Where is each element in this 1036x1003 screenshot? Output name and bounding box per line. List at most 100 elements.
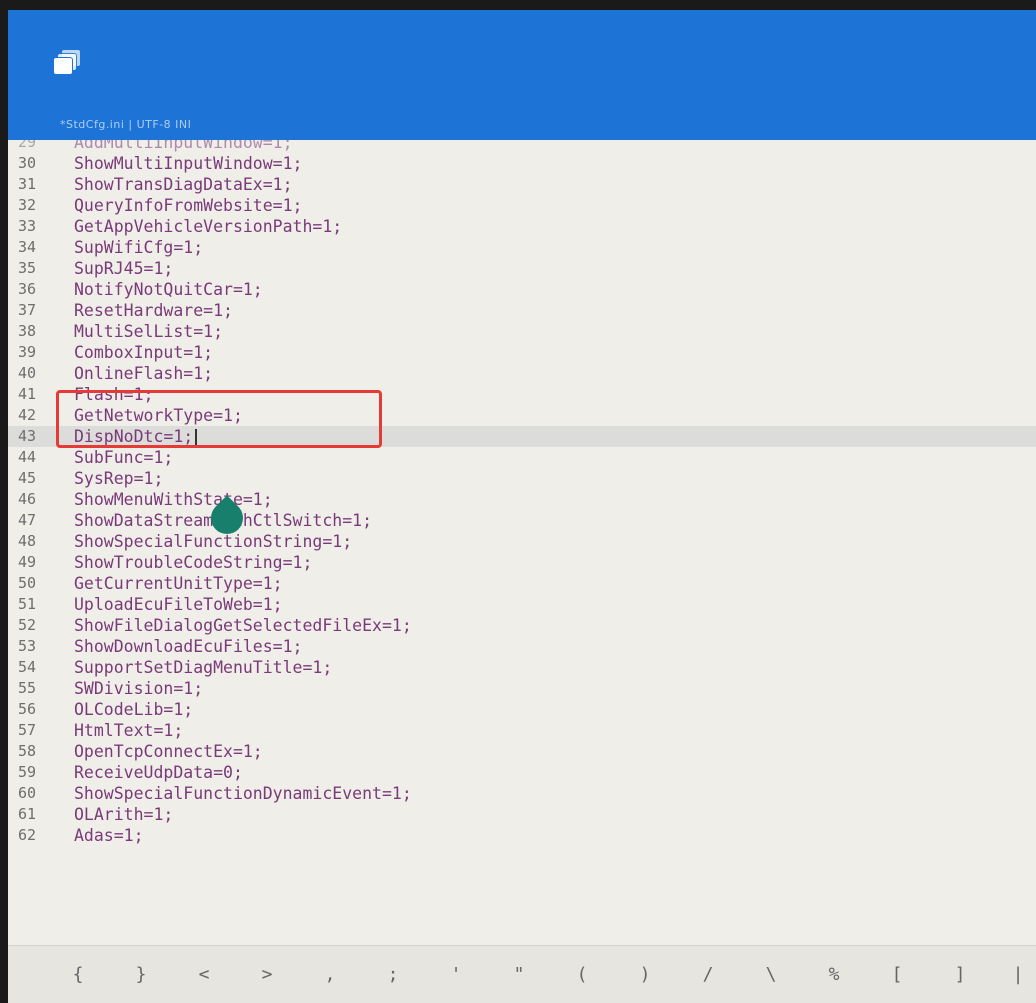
line-text: SWDivision=1; <box>74 679 204 698</box>
highlight-box <box>56 390 382 448</box>
key-open-paren[interactable]: ( <box>568 960 596 990</box>
line-number: 30 <box>18 154 37 172</box>
key-open-brace[interactable]: { <box>64 960 92 990</box>
line-text: QueryInfoFromWebsite=1; <box>74 196 303 215</box>
line-text: ShowTransDiagDataEx=1; <box>74 175 293 194</box>
line-text: HtmlText=1; <box>74 721 184 740</box>
code-line: 56 OLCodeLib=1; <box>8 699 1036 720</box>
key-open-bracket[interactable]: [ <box>883 960 911 990</box>
line-text: UploadEcuFileToWeb=1; <box>74 595 283 614</box>
line-number: 56 <box>18 700 37 718</box>
line-text: GetCurrentUnitType=1; <box>74 574 283 593</box>
line-text: MultiSelList=1; <box>74 322 224 341</box>
key-percent[interactable]: % <box>820 960 848 990</box>
code-line: 53 ShowDownloadEcuFiles=1; <box>8 636 1036 657</box>
line-text: OLCodeLib=1; <box>74 700 194 719</box>
line-text: AddMultiInputWindow=1; <box>74 140 293 152</box>
line-text: ShowSpecialFunctionDynamicEvent=1; <box>74 784 412 803</box>
line-number: 53 <box>18 637 37 655</box>
code-line: 29 AddMultiInputWindow=1; <box>8 140 1036 153</box>
line-number: 60 <box>18 784 37 802</box>
code-line: 38 MultiSelList=1; <box>8 321 1036 342</box>
code-line: 40 OnlineFlash=1; <box>8 363 1036 384</box>
code-line: 60 ShowSpecialFunctionDynamicEvent=1; <box>8 783 1036 804</box>
key-single-quote[interactable]: ' <box>442 960 470 990</box>
code-line: 59 ReceiveUdpData=0; <box>8 762 1036 783</box>
code-line: 36 NotifyNotQuitCar=1; <box>8 279 1036 300</box>
line-number: 33 <box>18 217 37 235</box>
line-text: SysRep=1; <box>74 469 164 488</box>
line-number: 57 <box>18 721 37 739</box>
code-line: 44 SubFunc=1; <box>8 447 1036 468</box>
line-text: SubFunc=1; <box>74 448 174 467</box>
key-close-paren[interactable]: ) <box>631 960 659 990</box>
line-text: ResetHardware=1; <box>74 301 233 320</box>
line-number: 38 <box>18 322 37 340</box>
line-text: SupWifiCfg=1; <box>74 238 204 257</box>
key-comma[interactable]: , <box>316 960 344 990</box>
line-text: ShowMultiInputWindow=1; <box>74 154 303 173</box>
line-number: 42 <box>18 406 37 424</box>
line-number: 49 <box>18 553 37 571</box>
line-number: 52 <box>18 616 37 634</box>
line-text: GetAppVehicleVersionPath=1; <box>74 217 343 236</box>
code-line: 33 GetAppVehicleVersionPath=1; <box>8 216 1036 237</box>
line-number: 58 <box>18 742 37 760</box>
code-line: 54 SupportSetDiagMenuTitle=1; <box>8 657 1036 678</box>
windows-stack-icon[interactable] <box>54 50 80 74</box>
code-line: 61 OLArith=1; <box>8 804 1036 825</box>
line-text: ShowMenuWithState=1; <box>74 490 273 509</box>
line-text: NotifyNotQuitCar=1; <box>74 280 263 299</box>
code-line: 50 GetCurrentUnitType=1; <box>8 573 1036 594</box>
line-number: 40 <box>18 364 37 382</box>
code-line: 32 QueryInfoFromWebsite=1; <box>8 195 1036 216</box>
code-line: 37 ResetHardware=1; <box>8 300 1036 321</box>
code-line: 62 Adas=1; <box>8 825 1036 846</box>
line-text: ShowFileDialogGetSelectedFileEx=1; <box>74 616 412 635</box>
line-number: 29 <box>18 140 37 151</box>
key-semicolon[interactable]: ; <box>379 960 407 990</box>
line-number: 43 <box>18 427 37 445</box>
code-line: 57 HtmlText=1; <box>8 720 1036 741</box>
key-close-brace[interactable]: } <box>127 960 155 990</box>
line-text: ComboxInput=1; <box>74 343 214 362</box>
key-double-quote[interactable]: " <box>505 960 533 990</box>
line-text: Adas=1; <box>74 826 144 845</box>
line-text: OLArith=1; <box>74 805 174 824</box>
code-line: 30 ShowMultiInputWindow=1; <box>8 153 1036 174</box>
line-number: 41 <box>18 385 37 403</box>
key-close-bracket[interactable]: ] <box>946 960 974 990</box>
line-number: 37 <box>18 301 37 319</box>
line-text: ShowSpecialFunctionString=1; <box>74 532 353 551</box>
code-line: 39 ComboxInput=1; <box>8 342 1036 363</box>
key-greater-than[interactable]: > <box>253 960 281 990</box>
symbol-keybar: { } < > , ; ' " ( ) / \ % [ ] | <box>8 945 1036 1003</box>
line-number: 31 <box>18 175 37 193</box>
code-line: 46 ShowMenuWithState=1; <box>8 489 1036 510</box>
line-number: 47 <box>18 511 37 529</box>
line-number: 44 <box>18 448 37 466</box>
device-screen: *StdCfg.ini | UTF-8 INI 29 AddMultiInput… <box>8 10 1036 1003</box>
code-editor[interactable]: 29 AddMultiInputWindow=1; 30 ShowMultiIn… <box>8 140 1036 945</box>
key-backslash[interactable]: \ <box>757 960 785 990</box>
key-pipe[interactable]: | <box>1004 960 1032 990</box>
line-number: 45 <box>18 469 37 487</box>
line-number: 54 <box>18 658 37 676</box>
code-line: 49 ShowTroubleCodeString=1; <box>8 552 1036 573</box>
line-number: 48 <box>18 532 37 550</box>
line-number: 55 <box>18 679 37 697</box>
line-number: 51 <box>18 595 37 613</box>
file-status-label: *StdCfg.ini | UTF-8 INI <box>60 118 192 131</box>
line-text: OnlineFlash=1; <box>74 364 214 383</box>
code-line: 55 SWDivision=1; <box>8 678 1036 699</box>
key-slash[interactable]: / <box>694 960 722 990</box>
code-line: 34 SupWifiCfg=1; <box>8 237 1036 258</box>
code-line: 31 ShowTransDiagDataEx=1; <box>8 174 1036 195</box>
line-text: SupportSetDiagMenuTitle=1; <box>74 658 333 677</box>
code-line: 58 OpenTcpConnectEx=1; <box>8 741 1036 762</box>
line-number: 61 <box>18 805 37 823</box>
line-number: 34 <box>18 238 37 256</box>
line-text: ShowTroubleCodeString=1; <box>74 553 313 572</box>
code-line: 51 UploadEcuFileToWeb=1; <box>8 594 1036 615</box>
key-less-than[interactable]: < <box>190 960 218 990</box>
